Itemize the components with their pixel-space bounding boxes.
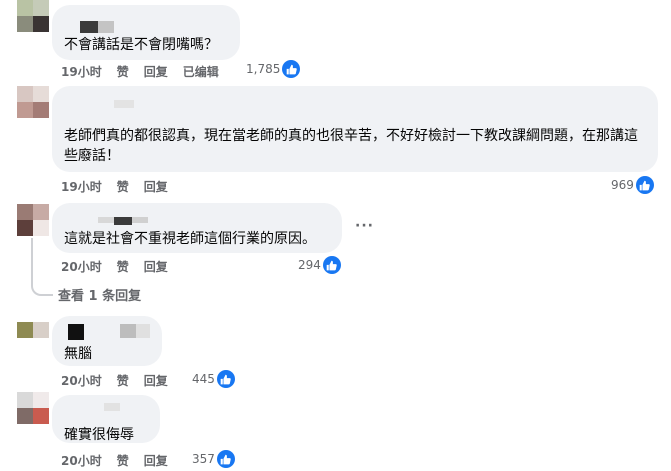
comment-time[interactable]: 20小时 bbox=[61, 452, 102, 469]
reply-button[interactable]: 回复 bbox=[144, 452, 168, 469]
view-replies-link[interactable]: 查看 1 条回复 bbox=[58, 285, 141, 304]
reaction-count[interactable]: 357 bbox=[192, 450, 235, 468]
comment-bubble: 無腦 bbox=[52, 316, 162, 366]
comment-text: 這就是社會不重視老師這個行業的原因。 bbox=[64, 231, 316, 247]
reaction-number: 1,785 bbox=[246, 62, 281, 76]
like-reaction-icon bbox=[216, 370, 235, 388]
avatar[interactable] bbox=[17, 86, 49, 118]
comment-bubble: 這就是社會不重視老師這個行業的原因。 bbox=[52, 203, 342, 253]
more-options-icon[interactable]: ··· bbox=[355, 218, 374, 234]
reaction-count[interactable]: 969 bbox=[611, 176, 654, 194]
like-button[interactable]: 赞 bbox=[117, 258, 129, 275]
avatar[interactable] bbox=[17, 0, 49, 32]
avatar[interactable] bbox=[17, 392, 49, 424]
comment-text: 不會講話是不會閉嘴嗎？ bbox=[64, 37, 218, 53]
comment-text: 老師們真的都很認真，現在當老師的真的也很辛苦，不好好檢討一下教改課綱問題，在那講… bbox=[64, 128, 638, 164]
reply-button[interactable]: 回复 bbox=[144, 258, 168, 275]
comment-time[interactable]: 20小时 bbox=[61, 372, 102, 389]
reaction-count[interactable]: 445 bbox=[192, 370, 235, 388]
reaction-count[interactable]: 1,785 bbox=[246, 60, 301, 78]
reaction-number: 445 bbox=[192, 372, 215, 386]
comment-actions: 19小时 赞 回复 已编辑 bbox=[61, 63, 234, 80]
like-reaction-icon bbox=[216, 450, 235, 468]
comment-text: 無腦 bbox=[64, 346, 92, 362]
commenter-name-redacted[interactable] bbox=[64, 211, 330, 225]
commenter-name-redacted[interactable] bbox=[64, 13, 228, 33]
reply-button[interactable]: 回复 bbox=[144, 178, 168, 195]
reply-thread-line bbox=[31, 238, 53, 296]
reaction-number: 357 bbox=[192, 452, 215, 466]
like-button[interactable]: 赞 bbox=[117, 452, 129, 469]
comment-actions: 19小时 赞 回复 bbox=[61, 178, 183, 195]
like-reaction-icon bbox=[282, 60, 301, 78]
reaction-count[interactable]: 294 bbox=[298, 256, 341, 274]
comment-bubble: 老師們真的都很認真，現在當老師的真的也很辛苦，不好好檢討一下教改課綱問題，在那講… bbox=[52, 86, 658, 172]
like-reaction-icon bbox=[635, 176, 654, 194]
like-button[interactable]: 赞 bbox=[117, 372, 129, 389]
comment-time[interactable]: 20小时 bbox=[61, 258, 102, 275]
avatar[interactable] bbox=[17, 322, 49, 354]
comment-bubble: 不會講話是不會閉嘴嗎？ bbox=[52, 5, 240, 60]
like-reaction-icon bbox=[322, 256, 341, 274]
reply-button[interactable]: 回复 bbox=[144, 63, 168, 80]
avatar[interactable] bbox=[17, 204, 49, 236]
reaction-number: 969 bbox=[611, 178, 634, 192]
commenter-name-redacted[interactable] bbox=[64, 324, 150, 340]
reply-button[interactable]: 回复 bbox=[144, 372, 168, 389]
commenter-name-redacted[interactable] bbox=[64, 403, 148, 417]
like-button[interactable]: 赞 bbox=[117, 63, 129, 80]
comment-actions: 20小时 赞 回复 bbox=[61, 372, 183, 389]
reaction-number: 294 bbox=[298, 258, 321, 272]
comment-text: 確實很侮辱 bbox=[64, 427, 134, 443]
edited-label: 已编辑 bbox=[182, 65, 219, 79]
comment-actions: 20小时 赞 回复 bbox=[61, 452, 183, 469]
comment-actions: 20小时 赞 回复 bbox=[61, 258, 183, 275]
commenter-name-redacted[interactable] bbox=[64, 94, 646, 108]
comment-time[interactable]: 19小时 bbox=[61, 63, 102, 80]
comment-time[interactable]: 19小时 bbox=[61, 178, 102, 195]
like-button[interactable]: 赞 bbox=[117, 178, 129, 195]
comment-bubble: 確實很侮辱 bbox=[52, 395, 160, 443]
